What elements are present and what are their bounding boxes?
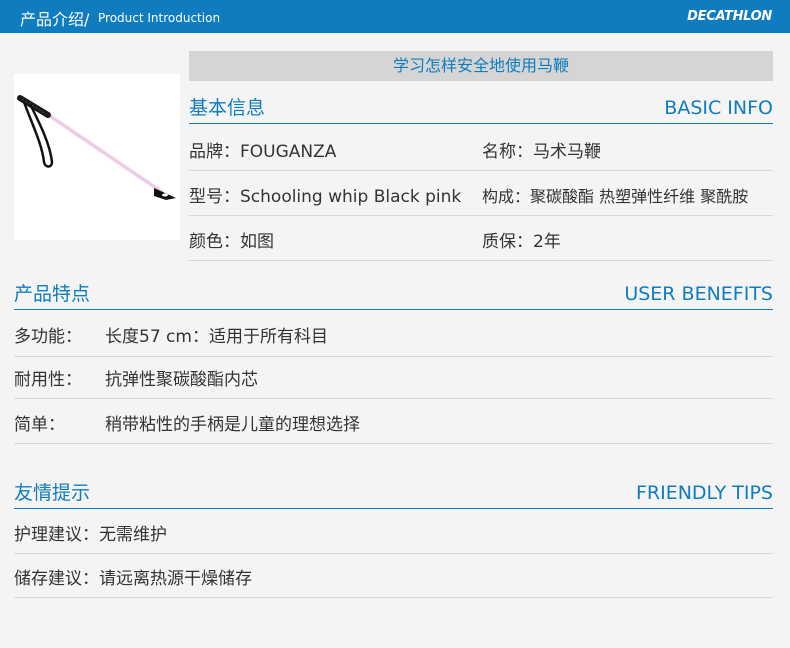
tip-label: 护理建议： <box>14 525 99 545</box>
info-row-composition: 构成：聚碳酸酯 热塑弹性纤维 聚酰胺 <box>482 189 748 205</box>
tips-title-cn: 友情提示 <box>14 482 91 504</box>
header-title-en: Product Introduction <box>98 11 221 25</box>
info-row-name: 名称：马术马鞭 <box>482 144 601 161</box>
benefit-label: 简单： <box>14 415 65 435</box>
benefit-label: 多功能： <box>14 327 82 347</box>
info-row-brand: 品牌：FOUGANZA <box>189 144 336 161</box>
info-row-color: 颜色：如图 <box>189 234 274 251</box>
benefit-value: 抗弹性聚碳酸酯内芯 <box>105 370 258 390</box>
tips-title-en: FRIENDLY TIPS <box>635 482 773 504</box>
brand-value: FOUGANZA <box>240 142 337 162</box>
divider <box>189 170 773 171</box>
name-label: 名称： <box>482 142 533 162</box>
product-heading: 学习怎样安全地使用马鞭 <box>189 51 773 81</box>
tip-row-storage: 储存建议：请远离热源干燥储存 <box>14 571 252 588</box>
tip-value: 无需维护 <box>99 525 167 545</box>
tip-label: 储存建议： <box>14 569 99 589</box>
brand-logo: DECATHLON <box>687 9 772 24</box>
product-image <box>14 74 180 240</box>
composition-label: 构成： <box>482 187 531 206</box>
divider <box>189 260 773 261</box>
basic-info-title-en: BASIC INFO <box>664 97 773 119</box>
color-label: 颜色： <box>189 232 240 252</box>
basic-info-title-cn: 基本信息 <box>189 97 266 119</box>
composition-value: 聚碳酸酯 热塑弹性纤维 聚酰胺 <box>530 187 749 206</box>
info-row-warranty: 质保：2年 <box>482 234 561 251</box>
divider <box>14 398 773 399</box>
brand-label: 品牌： <box>189 142 240 162</box>
whip-icon <box>17 95 176 200</box>
warranty-value: 2年 <box>533 232 561 252</box>
header-bar: 产品介绍/ Product Introduction DECATHLON <box>0 0 790 33</box>
tip-value: 请远离热源干燥储存 <box>99 569 252 589</box>
benefits-rule <box>14 309 773 310</box>
name-value: 马术马鞭 <box>533 142 601 162</box>
benefits-title-cn: 产品特点 <box>14 283 91 305</box>
benefit-value: 稍带粘性的手柄是儿童的理想选择 <box>105 415 360 435</box>
header-title-cn: 产品介绍/ <box>20 10 90 29</box>
divider <box>14 443 773 444</box>
model-label: 型号： <box>189 187 240 207</box>
info-row-model: 型号：Schooling whip Black pink <box>189 189 461 206</box>
divider <box>14 597 773 598</box>
divider <box>14 553 773 554</box>
benefits-title-en: USER BENEFITS <box>624 283 773 305</box>
basic-info-rule <box>189 123 773 124</box>
divider <box>14 356 773 357</box>
color-value: 如图 <box>240 232 274 252</box>
benefit-label: 耐用性： <box>14 370 82 390</box>
divider <box>189 215 773 216</box>
tip-row-care: 护理建议：无需维护 <box>14 527 167 544</box>
warranty-label: 质保： <box>482 232 533 252</box>
tips-rule <box>14 508 773 509</box>
benefit-value: 长度57 cm：适用于所有科目 <box>105 327 328 347</box>
model-value: Schooling whip Black pink <box>240 187 462 207</box>
